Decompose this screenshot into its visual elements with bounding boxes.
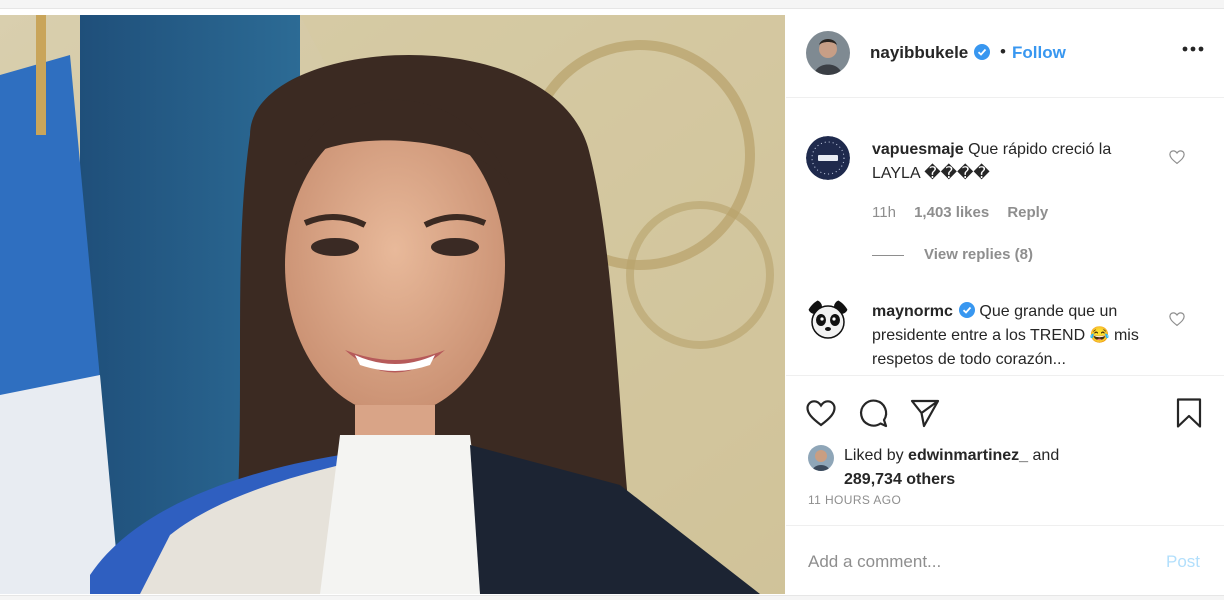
comment-like-heart-icon[interactable] xyxy=(1168,310,1186,328)
header-separator: • xyxy=(1000,42,1006,61)
commenter-avatar[interactable] xyxy=(806,298,850,342)
verified-badge-icon xyxy=(974,44,991,60)
bookmark-save-icon[interactable] xyxy=(1172,396,1206,430)
portrait-photo xyxy=(0,15,785,594)
liked-by-others[interactable]: 289,734 others xyxy=(844,471,955,488)
post-comment-button[interactable]: Post xyxy=(1166,552,1200,572)
more-options-icon[interactable] xyxy=(1180,39,1206,59)
liker-avatar-icon xyxy=(808,445,834,471)
liked-by-text: Liked by edwinmartinez_ and 289,734 othe… xyxy=(844,444,1144,492)
share-direct-icon[interactable] xyxy=(908,396,942,430)
follow-button[interactable]: Follow xyxy=(1012,43,1066,63)
post-side-panel: nayibbukele • Follow vapuesmaje Que rápi… xyxy=(786,9,1224,595)
commenter-avatar[interactable] xyxy=(806,136,850,180)
instagram-post: nayibbukele • Follow vapuesmaje Que rápi… xyxy=(0,8,1224,596)
verified-badge-icon xyxy=(958,302,975,318)
comment-bubble-icon[interactable] xyxy=(856,396,890,430)
comment-text: maynormc Que grande que un presidente en… xyxy=(872,300,1152,372)
post-actions-bar xyxy=(786,375,1224,440)
user-avatar-icon xyxy=(806,31,850,75)
liker-avatar[interactable] xyxy=(808,445,834,471)
like-heart-icon[interactable] xyxy=(804,396,838,430)
comment-meta: 11h 1,403 likes Reply xyxy=(872,204,1062,221)
add-comment-input[interactable] xyxy=(806,548,1140,576)
comment-like-heart-icon[interactable] xyxy=(1168,148,1186,166)
post-image[interactable] xyxy=(0,15,785,594)
commenter-username[interactable]: maynormc xyxy=(872,303,953,320)
liked-by-prefix: Liked by xyxy=(844,447,904,464)
author-username-text[interactable]: nayibbukele xyxy=(870,43,968,62)
view-replies-button[interactable]: View replies (8) xyxy=(872,246,1033,263)
commenter-username[interactable]: vapuesmaje xyxy=(872,141,964,158)
view-replies-label[interactable]: View replies (8) xyxy=(924,246,1033,263)
reply-button[interactable]: Reply xyxy=(1007,204,1048,221)
post-timestamp[interactable]: 11 HOURS AGO xyxy=(808,493,901,507)
replies-divider-line xyxy=(872,254,904,256)
navy-circle-avatar-icon xyxy=(806,136,850,180)
liked-by-and: and xyxy=(1032,447,1060,464)
comment-text: vapuesmaje Que rápido creció la LAYLA ��… xyxy=(872,138,1152,186)
comment-time: 11h xyxy=(872,204,896,221)
comments-list[interactable]: vapuesmaje Que rápido creció la LAYLA ��… xyxy=(786,98,1224,374)
panda-avatar-icon xyxy=(806,298,850,342)
liked-by-user[interactable]: edwinmartinez_ xyxy=(908,447,1028,464)
author-avatar[interactable] xyxy=(806,31,850,75)
comment-likes[interactable]: 1,403 likes xyxy=(914,204,989,221)
author-username[interactable]: nayibbukele xyxy=(870,43,991,63)
add-comment-section: Post xyxy=(786,525,1224,596)
post-header: nayibbukele • Follow xyxy=(786,9,1224,98)
